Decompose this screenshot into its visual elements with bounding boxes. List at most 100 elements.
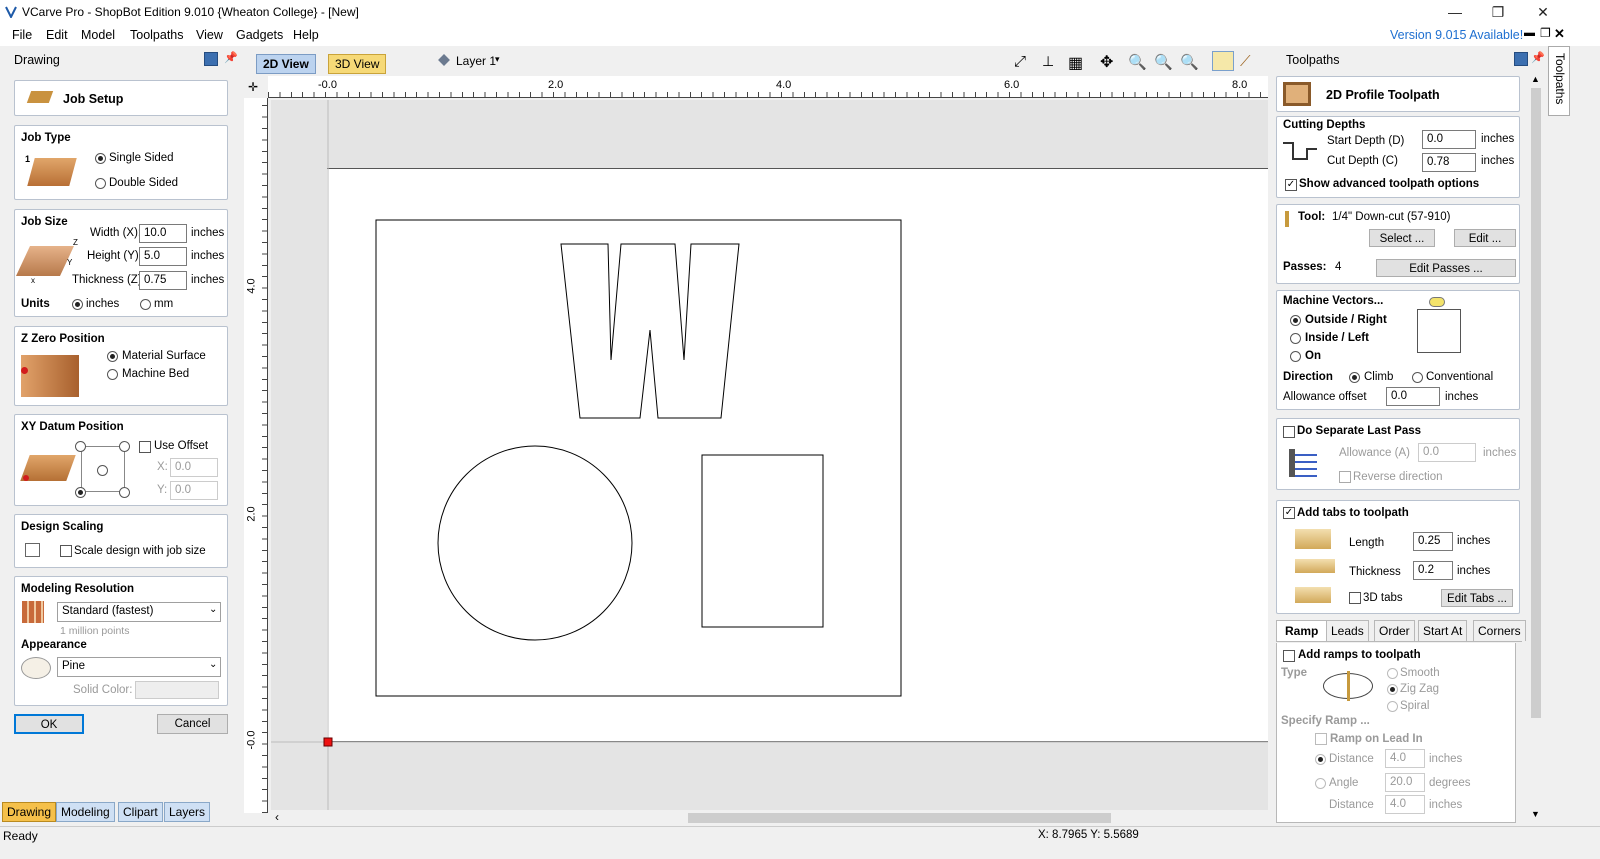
add-tabs-checkbox[interactable]: ✓ [1283, 507, 1295, 519]
letter-w-vector[interactable] [560, 243, 740, 419]
use-offset-checkbox[interactable] [139, 441, 151, 453]
zoom-fit-icon[interactable]: 🔍 [1154, 53, 1173, 71]
edit-passes-button[interactable]: Edit Passes ... [1376, 259, 1516, 277]
machine-bed-radio[interactable] [107, 369, 118, 380]
ramp-zigzag-radio[interactable] [1387, 684, 1398, 695]
pan-icon[interactable]: ✥ [1100, 52, 1113, 72]
mdi-minimize-button[interactable]: ▬ [1524, 27, 1535, 39]
datum-bottom-left-radio[interactable] [75, 487, 86, 498]
mdi-restore-button[interactable]: ❐ [1540, 26, 1551, 40]
advanced-options-checkbox[interactable]: ✓ [1285, 179, 1297, 191]
units-inches-radio[interactable] [72, 299, 83, 310]
menu-gadgets[interactable]: Gadgets [236, 28, 283, 42]
inside-left-radio[interactable] [1290, 333, 1301, 344]
single-sided-radio[interactable] [95, 153, 106, 164]
minimize-button[interactable]: — [1440, 2, 1470, 22]
tab-2d-view[interactable]: 2D View [256, 54, 316, 74]
toolpaths-side-tab[interactable]: Toolpaths [1548, 46, 1570, 116]
subtab-order[interactable]: Order [1374, 620, 1415, 641]
tabs-3d-checkbox[interactable] [1349, 592, 1361, 604]
datum-top-left-radio[interactable] [75, 441, 86, 452]
cancel-button[interactable]: Cancel [157, 714, 228, 734]
units-mm-radio[interactable] [140, 299, 151, 310]
drawing-canvas[interactable] [271, 100, 1268, 810]
ramp-angle-radio[interactable] [1315, 778, 1326, 789]
subtab-start-at[interactable]: Start At [1418, 620, 1468, 641]
mdi-close-button[interactable]: ✕ [1554, 26, 1565, 42]
scrollbar-thumb[interactable] [688, 813, 1111, 823]
toolpaths-scrollbar[interactable]: ▲ ▼ [1528, 74, 1544, 824]
select-tool-button[interactable]: Select ... [1369, 229, 1435, 247]
climb-radio[interactable] [1349, 372, 1360, 383]
tab-drawing[interactable]: Drawing [2, 802, 57, 822]
toolpath-preview-icon[interactable] [1212, 51, 1234, 71]
tab-clipart[interactable]: Clipart [118, 802, 163, 822]
ok-button[interactable]: OK [14, 714, 84, 734]
zoom-box-icon[interactable]: 🔍 [1128, 53, 1147, 71]
layer-select[interactable]: Layer 1 [456, 54, 496, 68]
double-sided-radio[interactable] [95, 178, 106, 189]
toolpaths-pin-icon[interactable]: 📌 [1531, 51, 1545, 64]
subtab-leads[interactable]: Leads [1326, 620, 1369, 641]
edit-tool-button[interactable]: Edit ... [1454, 229, 1516, 247]
ramp-smooth-radio[interactable] [1387, 668, 1398, 679]
ramp-spiral-radio[interactable] [1387, 701, 1398, 712]
tab-3d-view[interactable]: 3D View [328, 54, 387, 74]
ramp-lead-in-checkbox[interactable] [1315, 733, 1327, 745]
scroll-up-icon[interactable]: ▲ [1531, 74, 1540, 84]
toolpaths-mode-icon[interactable] [1514, 52, 1528, 66]
separate-last-pass-checkbox[interactable] [1283, 426, 1295, 438]
menu-toolpaths[interactable]: Toolpaths [130, 28, 184, 42]
snap-icon[interactable]: ⊥ [1042, 53, 1054, 70]
offset-y-input[interactable]: 0.0 [170, 481, 218, 500]
rectangle-vector[interactable] [701, 454, 824, 628]
maximize-button[interactable]: ❐ [1483, 2, 1513, 22]
reverse-direction-checkbox[interactable] [1339, 471, 1351, 483]
menu-file[interactable]: File [12, 28, 32, 42]
appearance-select[interactable]: Pine [57, 657, 221, 677]
outside-right-radio[interactable] [1290, 315, 1301, 326]
tab-modeling[interactable]: Modeling [56, 802, 115, 822]
menu-help[interactable]: Help [293, 28, 319, 42]
ramp-distance-radio[interactable] [1315, 754, 1326, 765]
edit-tabs-button[interactable]: Edit Tabs ... [1441, 589, 1513, 607]
version-link[interactable]: Version 9.015 Available! [1390, 28, 1523, 42]
scroll-left-icon[interactable]: ‹ [275, 810, 279, 824]
toolpaths-scroll-thumb[interactable] [1531, 88, 1541, 718]
ramp-distance-input[interactable]: 4.0 [1385, 749, 1425, 768]
horizontal-scrollbar[interactable]: ‹ [271, 810, 1268, 826]
offset-x-input[interactable]: 0.0 [170, 458, 218, 477]
start-depth-input[interactable]: 0.0 [1422, 130, 1476, 149]
ramp-angle-distance-input[interactable]: 4.0 [1385, 795, 1425, 814]
datum-top-right-radio[interactable] [119, 441, 130, 452]
subtab-corners[interactable]: Corners [1473, 620, 1526, 641]
datum-bottom-right-radio[interactable] [119, 487, 130, 498]
cut-depth-input[interactable]: 0.78 [1422, 153, 1476, 172]
on-vector-radio[interactable] [1290, 351, 1301, 362]
tab-layers[interactable]: Layers [164, 802, 211, 822]
grid-icon[interactable]: ▦ [1068, 53, 1083, 73]
solid-color-picker[interactable] [135, 681, 219, 699]
material-icon[interactable]: ⟋ [1240, 53, 1251, 70]
thickness-input[interactable]: 0.75 [139, 271, 187, 290]
subtab-ramp[interactable]: Ramp [1276, 620, 1328, 641]
circle-vector[interactable] [437, 445, 633, 641]
menu-model[interactable]: Model [81, 28, 115, 42]
pin-icon[interactable]: 📌 [224, 51, 238, 64]
zoom-selection-icon[interactable]: 🔍 [1180, 53, 1199, 71]
last-pass-allowance-input[interactable]: 0.0 [1418, 443, 1476, 462]
width-input[interactable]: 10.0 [139, 224, 187, 243]
allowance-offset-input[interactable]: 0.0 [1386, 387, 1440, 406]
datum-center-radio[interactable] [97, 465, 108, 476]
resolution-select[interactable]: Standard (fastest) [57, 602, 221, 622]
height-input[interactable]: 5.0 [139, 247, 187, 266]
scroll-down-icon[interactable]: ▼ [1531, 809, 1540, 819]
border-rectangle[interactable] [375, 219, 902, 697]
conventional-radio[interactable] [1412, 372, 1423, 383]
add-ramps-checkbox[interactable] [1283, 650, 1295, 662]
tab-length-input[interactable]: 0.25 [1413, 532, 1453, 551]
menu-edit[interactable]: Edit [46, 28, 68, 42]
measure-icon[interactable]: ⤢ [1014, 53, 1026, 70]
close-button[interactable]: ✕ [1528, 2, 1558, 22]
menu-view[interactable]: View [196, 28, 223, 42]
